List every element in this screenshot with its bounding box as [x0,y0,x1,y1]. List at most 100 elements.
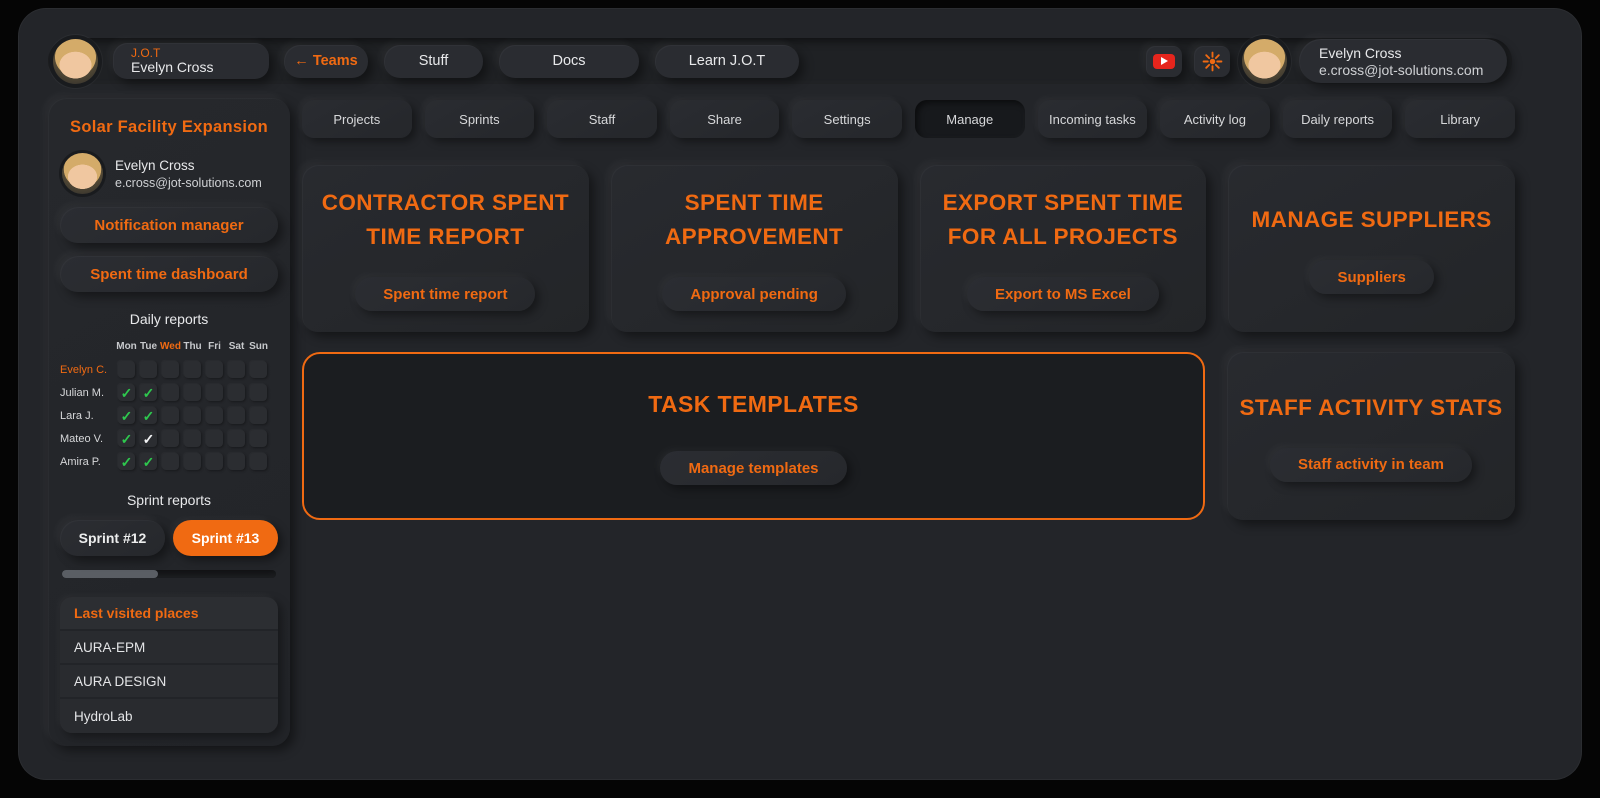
report-cell-lara-j-thu[interactable] [184,407,201,424]
top-bar: J.O.T Evelyn Cross ← Teams Stuff Docs Learn… [48,38,1512,84]
report-cell-evelyn-c-tue[interactable] [140,361,157,378]
button-sprint-13[interactable]: Sprint #13 [173,520,278,556]
button-sprint-12[interactable]: Sprint #12 [60,520,165,556]
report-cell-amira-p-sat[interactable] [228,453,245,470]
daily-reports-grid: Mon Tue Wed Thu Fri Sat Sun Evelyn C. Julian M. ✓… [60,335,278,473]
tab-settings[interactable]: Settings [792,100,902,138]
tab-staff[interactable]: Staff [547,100,657,138]
report-cell-julian-m-wed[interactable] [162,384,179,401]
visited-aura-design[interactable]: AURA DESIGN [60,665,278,699]
report-cell-julian-m-sun[interactable] [250,384,267,401]
sidebar-scrollbar[interactable] [62,570,276,578]
report-cell-julian-m-sat[interactable] [228,384,245,401]
staff-activity-button[interactable]: Staff activity in team [1270,447,1472,482]
workspace-switcher[interactable]: J.O.T Evelyn Cross [113,43,269,79]
youtube-button[interactable] [1146,45,1182,77]
card-title: CONTRACTOR SPENT TIME REPORT [321,190,569,249]
day-fri: Fri [208,341,221,352]
report-cell-amira-p-sun[interactable] [250,453,267,470]
nav-learn-j-o-t[interactable]: Learn J.O.T [655,44,799,78]
notification-manager-button[interactable]: Notification manager [60,207,278,243]
report-cell-mateo-v-mon[interactable]: ✓ [118,430,135,447]
tab-share[interactable]: Share [669,100,780,138]
report-cell-julian-m-mon[interactable]: ✓ [118,384,135,401]
task-templates-title: TASK TEMPLATES [648,391,859,417]
report-cell-evelyn-c-sat[interactable] [228,361,245,378]
topbar-nav: ← Teams Stuff Docs Learn J.O.T [284,44,799,78]
card-title: EXPORT SPENT TIME FOR ALL PROJECTS [942,190,1184,249]
sun-icon [1202,51,1222,71]
report-cell-evelyn-c-fri[interactable] [206,361,223,378]
report-cell-amira-p-wed[interactable] [162,453,179,470]
check-icon: ✓ [142,430,155,447]
card-spent-time-approvement: SPENT TIME APPROVEMENT Approval pending [610,165,898,332]
report-cell-amira-p-tue[interactable]: ✓ [140,453,157,470]
spent-time-dashboard-button[interactable]: Spent time dashboard [60,256,278,292]
last-visited-title: Last visited places [60,597,278,631]
button-suppliers[interactable]: Suppliers [1309,260,1434,294]
topbar-right: Evelyn Cross e.cross@jot-solutions.com [1146,38,1507,84]
profile-card[interactable]: Evelyn Cross e.cross@jot-solutions.com [1299,39,1507,83]
tab-library[interactable]: Library [1405,100,1515,138]
report-cell-amira-p-mon[interactable]: ✓ [118,453,135,470]
nav-docs[interactable]: Docs [499,44,639,78]
check-icon: ✓ [120,453,133,470]
button-approval-pending[interactable]: Approval pending [662,277,846,311]
day-thu: Thu [183,341,202,352]
theme-button[interactable] [1194,45,1230,77]
day-wed: Wed [160,341,181,352]
report-cell-evelyn-c-wed[interactable] [162,361,179,378]
report-cell-mateo-v-thu[interactable] [184,430,201,447]
table-row: Julian M. ✓ ✓ [60,381,278,404]
visited-hydrolab[interactable]: HydroLab [60,699,278,733]
project-title: Solar Facility Expansion [70,118,268,136]
report-cell-lara-j-wed[interactable] [162,407,179,424]
sidebar: Solar Facility Expansion Evelyn Cross e.… [48,98,290,746]
visited-aura-epm[interactable]: AURA-EPM [60,631,278,665]
button-export-to-ms-excel[interactable]: Export to MS Excel [966,277,1159,311]
tab-projects[interactable]: Projects [302,100,412,138]
report-cell-amira-p-thu[interactable] [184,453,201,470]
tab-sprints[interactable]: Sprints [424,100,535,138]
report-cell-evelyn-c-thu[interactable] [184,361,201,378]
report-cell-julian-m-fri[interactable] [206,384,223,401]
report-cell-mateo-v-sat[interactable] [228,430,245,447]
manage-templates-button[interactable]: Manage templates [660,451,847,485]
member-amira-p: Amira P. [60,455,101,468]
button-spent-time-report[interactable]: Spent time report [355,277,536,311]
report-cell-lara-j-sun[interactable] [250,407,267,424]
report-cell-mateo-v-tue[interactable]: ✓ [140,430,157,447]
report-cell-lara-j-sat[interactable] [228,407,245,424]
profile-avatar[interactable] [1242,38,1287,84]
table-row: Mateo V. ✓ ✓ [60,427,278,450]
sprint-reports-title: Sprint reports [126,492,212,508]
card-manage-suppliers: MANAGE SUPPLIERS Suppliers [1228,165,1515,332]
nav-stuff[interactable]: Stuff [384,44,483,78]
report-cell-mateo-v-wed[interactable] [162,430,179,447]
report-cell-julian-m-thu[interactable] [184,384,201,401]
day-sat: Sat [228,341,245,352]
main-content: Projects Sprints Staff Share Settings Manage I… [302,100,1515,520]
day-mon: Mon [116,341,137,352]
member-evelyn-c: Evelyn C. [60,363,108,376]
report-cell-evelyn-c-sun[interactable] [250,361,267,378]
member-julian-m: Julian M. [60,386,105,399]
report-cell-mateo-v-sun[interactable] [250,430,267,447]
workspace-avatar[interactable] [53,38,98,84]
report-cell-lara-j-mon[interactable]: ✓ [118,407,135,424]
scrollbar-thumb[interactable] [62,570,159,578]
tab-manage[interactable]: Manage [914,100,1025,138]
report-cell-julian-m-tue[interactable]: ✓ [140,384,157,401]
report-cell-evelyn-c-mon[interactable] [118,361,135,378]
profile-email: e.cross@jot-solutions.com [1319,61,1484,78]
tab-bar: Projects Sprints Staff Share Settings Manage I… [302,100,1515,138]
tab-activity-log[interactable]: Activity log [1160,100,1270,138]
tab-incoming-tasks[interactable]: Incoming tasks [1037,100,1148,138]
report-cell-lara-j-fri[interactable] [206,407,223,424]
report-cell-mateo-v-fri[interactable] [206,430,223,447]
youtube-icon [1153,53,1175,69]
report-cell-amira-p-fri[interactable] [206,453,223,470]
tab-daily-reports[interactable]: Daily reports [1282,100,1393,138]
nav-teams[interactable]: ← Teams [284,44,368,78]
report-cell-lara-j-tue[interactable]: ✓ [140,407,157,424]
